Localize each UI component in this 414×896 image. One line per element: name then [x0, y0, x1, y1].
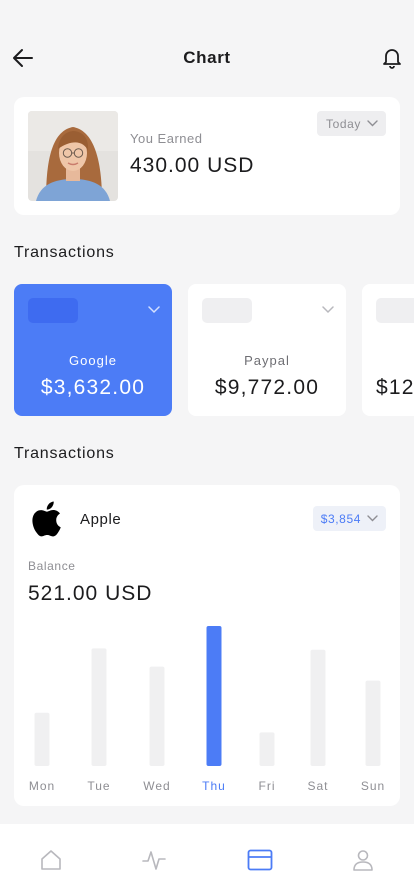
- chart-bar-tue[interactable]: [91, 648, 107, 766]
- amount-dropdown[interactable]: $3,854: [312, 506, 386, 531]
- earnings-label: You Earned: [130, 131, 203, 146]
- transaction-card-google[interactable]: Google $3,632.00: [14, 284, 172, 416]
- activity-icon: [142, 851, 166, 870]
- amount-dropdown-label: $3,854: [320, 511, 361, 526]
- bottom-tab-bar: [0, 824, 414, 896]
- chart-label-fri: Fri: [259, 779, 276, 793]
- avatar: [28, 111, 118, 201]
- card-chip: [202, 298, 252, 323]
- tab-home[interactable]: [21, 824, 81, 896]
- transaction-name: Paypal: [244, 353, 290, 368]
- chevron-down-icon[interactable]: [148, 306, 160, 314]
- period-dropdown-label: Today: [325, 116, 361, 131]
- tab-cards[interactable]: [230, 824, 290, 896]
- tab-profile[interactable]: [333, 824, 393, 896]
- header: Chart: [0, 36, 414, 80]
- chart-label-sat: Sat: [307, 779, 328, 793]
- earnings-value: 430.00 USD: [130, 154, 255, 177]
- chart-bar-thu[interactable]: [206, 626, 222, 766]
- chart-bar-sun[interactable]: [365, 680, 381, 766]
- earnings-card: You Earned 430.00 USD Today: [14, 97, 400, 215]
- bell-icon[interactable]: [380, 45, 404, 69]
- chart-bar-mon[interactable]: [34, 712, 50, 766]
- apple-logo-icon: [32, 501, 61, 537]
- transaction-card-paypal[interactable]: Paypal $9,772.00: [188, 284, 346, 416]
- section-title-transactions: Transactions: [14, 244, 115, 261]
- card-chip: [28, 298, 78, 323]
- chart-bar-sat[interactable]: [310, 649, 326, 766]
- chart-bar-fri[interactable]: [259, 732, 275, 766]
- transaction-amount: $3,632.00: [40, 376, 146, 399]
- chart-label-thu: Thu: [202, 779, 226, 793]
- section-title-transactions: Transactions: [14, 445, 115, 462]
- transaction-card-partial[interactable]: $12: [362, 284, 414, 416]
- transaction-amount: $9,772.00: [214, 376, 320, 399]
- chevron-down-icon: [367, 515, 378, 522]
- balance-label: Balance: [28, 559, 76, 573]
- transaction-name: Google: [69, 353, 117, 368]
- chart-bar-wed[interactable]: [149, 666, 165, 766]
- chart-label-sun: Sun: [361, 779, 385, 793]
- transactions-carousel[interactable]: Google $3,632.00 Paypal $9,772.00 $12: [0, 284, 414, 416]
- transaction-amount: $12: [376, 376, 414, 399]
- home-icon: [41, 850, 61, 870]
- page-title: Chart: [183, 48, 231, 67]
- period-dropdown[interactable]: Today: [316, 111, 386, 136]
- balance-value: 521.00 USD: [28, 582, 153, 605]
- balance-card: Apple $3,854 Balance 521.00 USD Mon Tue We…: [14, 485, 400, 806]
- card-icon: [247, 849, 273, 871]
- profile-icon: [353, 850, 373, 871]
- chart-label-mon: Mon: [29, 779, 55, 793]
- chart-label-wed: Wed: [143, 779, 170, 793]
- tab-activity[interactable]: [124, 824, 184, 896]
- chevron-down-icon[interactable]: [322, 306, 334, 314]
- chevron-down-icon: [367, 120, 378, 127]
- chart-label-tue: Tue: [87, 779, 110, 793]
- card-chip: [376, 298, 414, 323]
- weekly-bar-chart: Mon Tue Wed Thu Fri Sat Sun: [29, 626, 385, 793]
- company-name: Apple: [80, 511, 122, 528]
